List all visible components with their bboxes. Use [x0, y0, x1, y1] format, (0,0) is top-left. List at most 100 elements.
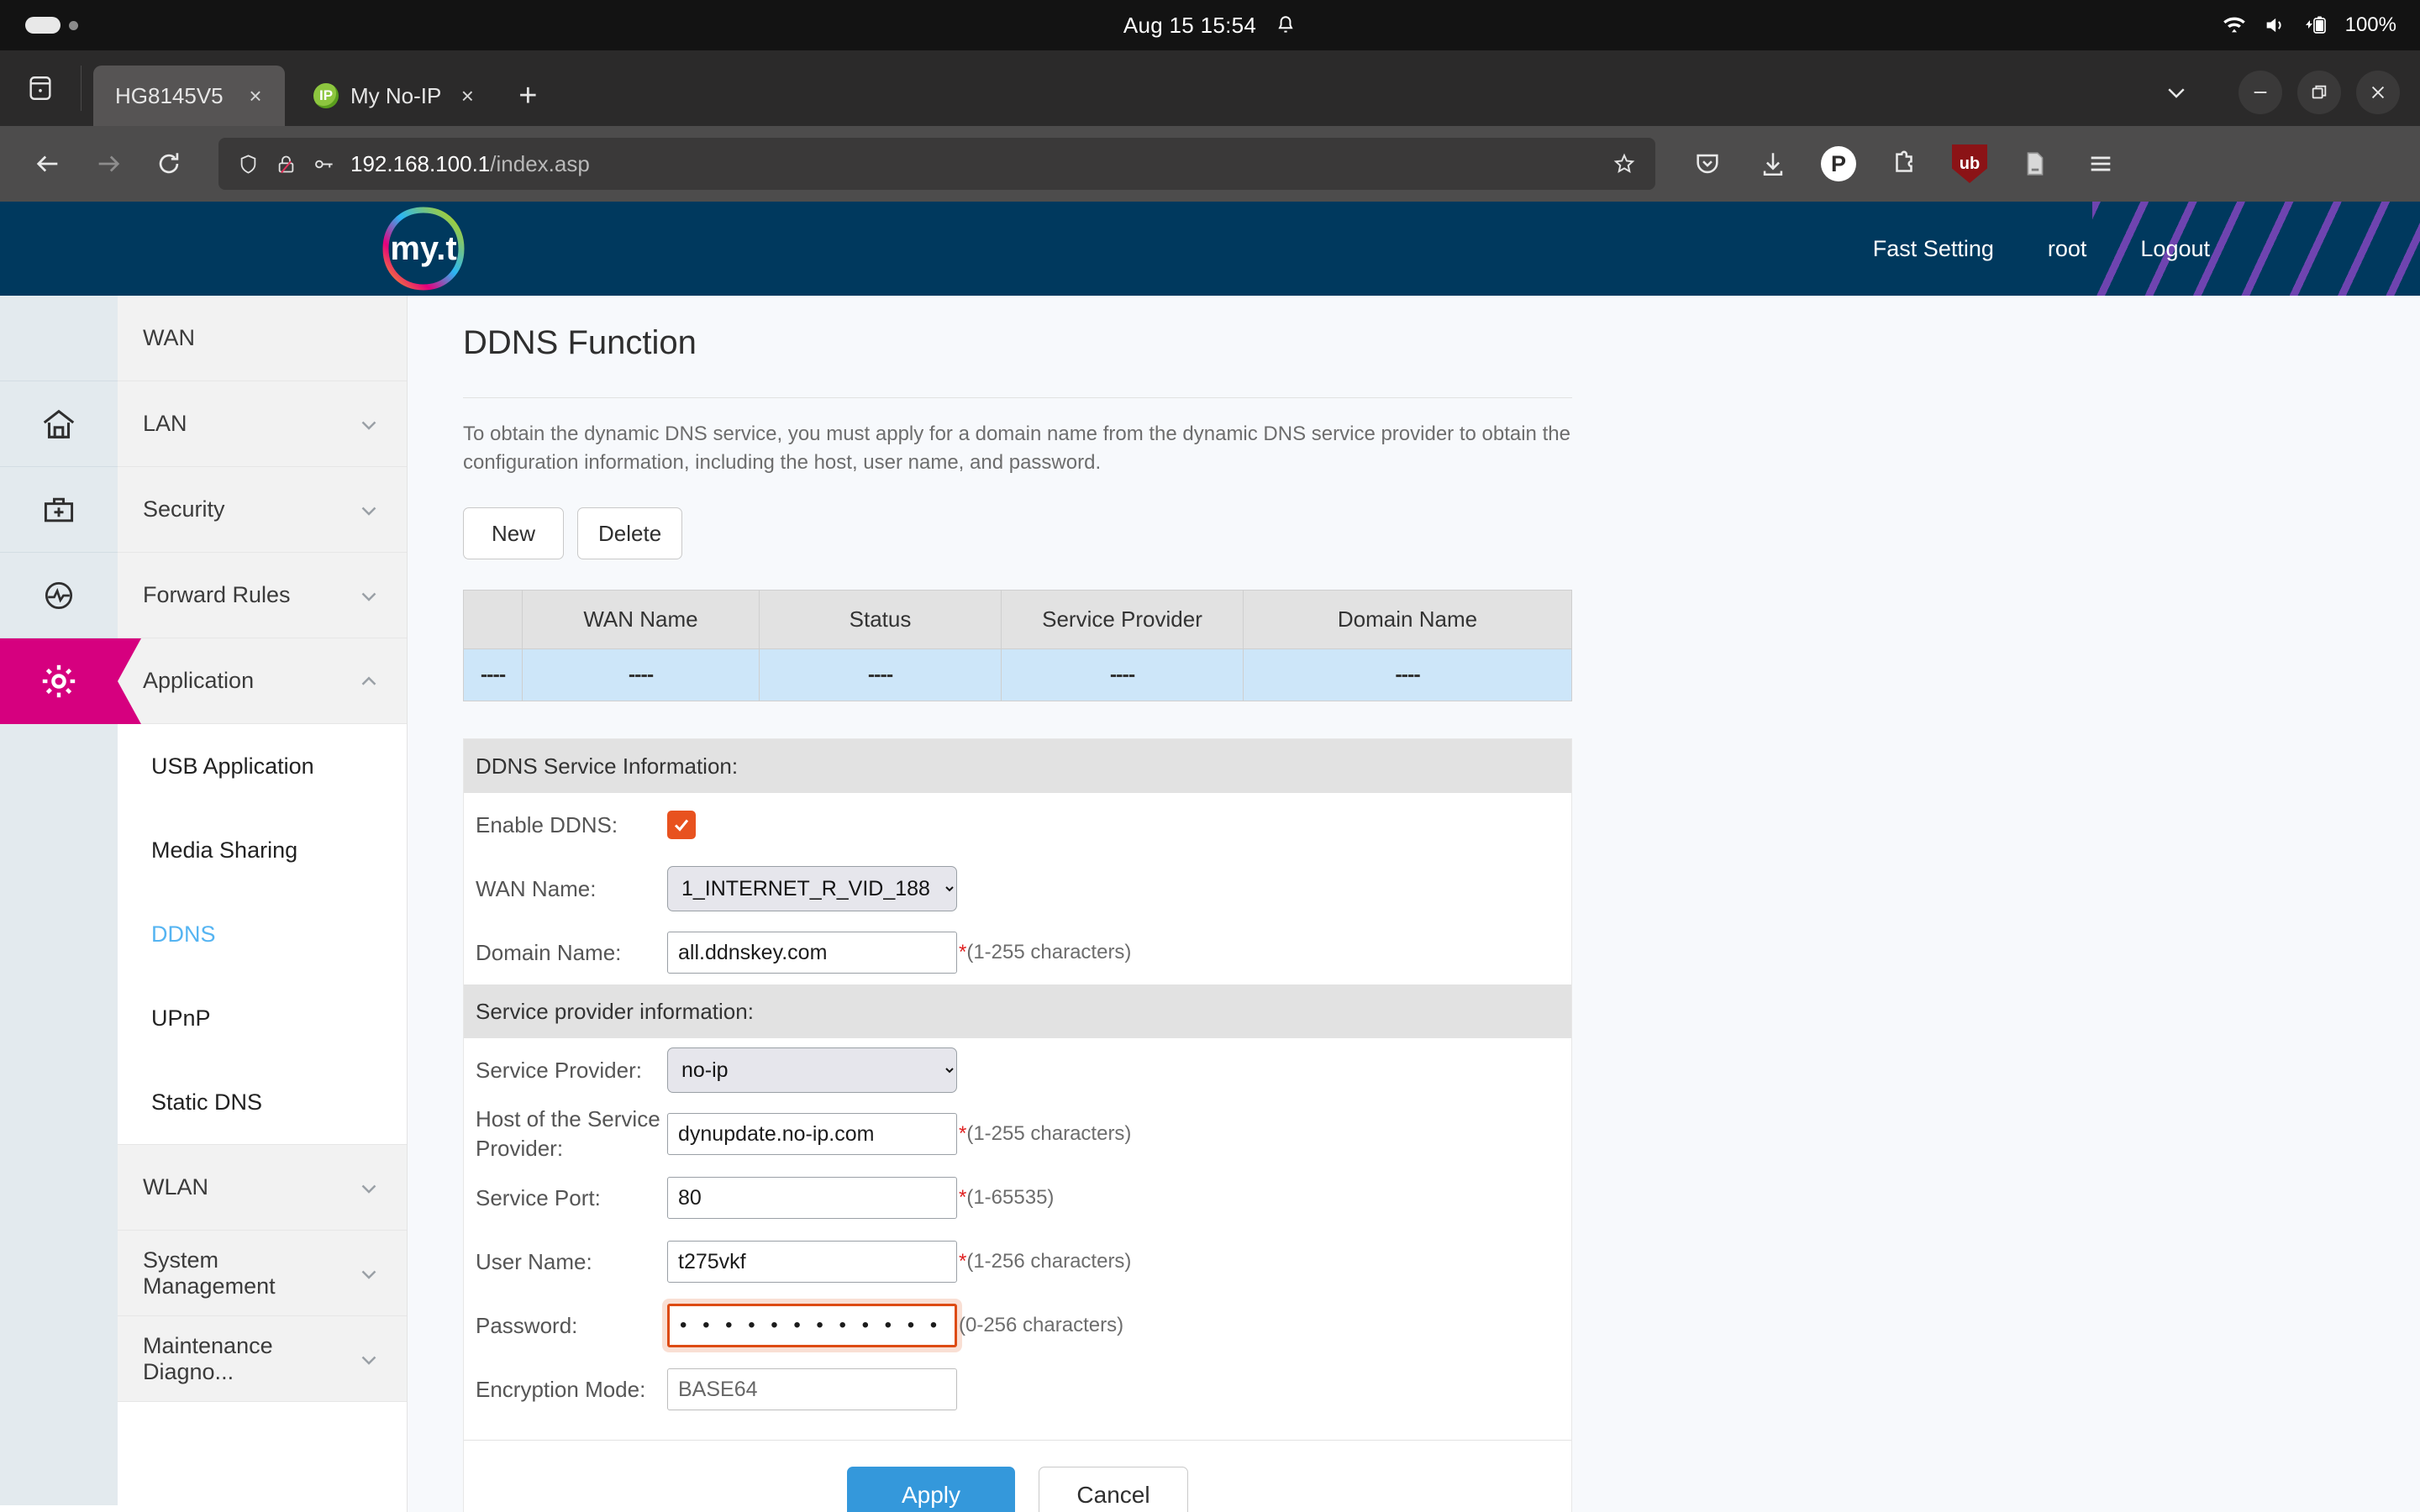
required-asterisk: *: [959, 941, 966, 963]
row-service-port: Service Port: *(1-65535): [464, 1166, 1571, 1230]
sidebar-icon-wan[interactable]: [0, 296, 118, 381]
title-divider: [463, 397, 1572, 398]
page-description: To obtain the dynamic DNS service, you m…: [463, 420, 1581, 477]
os-right-indicators: 100%: [2223, 13, 2396, 37]
lock-broken-icon[interactable]: [275, 153, 297, 176]
reload-icon[interactable]: [141, 136, 197, 192]
sidebar-item-wlan[interactable]: WLAN: [118, 1145, 407, 1231]
submenu-item-label: USB Application: [151, 753, 314, 780]
user-name-label: User Name:: [476, 1247, 667, 1277]
ddns-panel: DDNS Function To obtain the dynamic DNS …: [463, 324, 1572, 1512]
enable-ddns-checkbox[interactable]: [667, 811, 696, 839]
close-window-button[interactable]: [2356, 71, 2400, 114]
domain-name-input[interactable]: [667, 932, 957, 974]
cell-status: ----: [760, 649, 1002, 701]
sidebar-item-label: Maintenance Diagno...: [143, 1333, 356, 1385]
profile-icon[interactable]: P: [1820, 145, 1857, 182]
password-input[interactable]: [667, 1304, 957, 1347]
downloads-icon[interactable]: [1754, 145, 1791, 182]
sidebar-icon-security[interactable]: [0, 467, 118, 553]
root-user-link[interactable]: root: [2048, 236, 2087, 262]
host-of-service-provider-label: Host of the Service Provider:: [476, 1105, 667, 1163]
service-port-input[interactable]: [667, 1177, 957, 1219]
sidebar-item-label: WAN: [143, 325, 195, 351]
sidebar-icon-application[interactable]: [0, 638, 118, 724]
sidebar-menu: WAN LAN Security Forward Rules: [118, 296, 408, 1512]
sidebar-icon-rail-inner: [0, 296, 118, 1505]
minimize-button[interactable]: [2238, 71, 2282, 114]
new-button[interactable]: New: [463, 507, 564, 559]
back-icon[interactable]: [20, 136, 76, 192]
volume-icon[interactable]: [2263, 13, 2286, 37]
user-name-input[interactable]: [667, 1241, 957, 1283]
sidebar-item-lan[interactable]: LAN: [118, 381, 407, 467]
service-provider-control: no-ip: [667, 1047, 957, 1093]
domain-name-label: Domain Name:: [476, 938, 667, 968]
myt-logo[interactable]: my.t: [374, 203, 473, 294]
sidebar-item-system-management[interactable]: System Management: [118, 1231, 407, 1316]
submenu-item-upnp[interactable]: UPnP: [118, 976, 407, 1060]
shield-icon[interactable]: [237, 153, 260, 176]
pulse-circle-icon: [40, 577, 77, 614]
url-bar[interactable]: 192.168.100.1/index.asp: [218, 138, 1655, 190]
forward-icon[interactable]: [81, 136, 136, 192]
new-tab-button[interactable]: +: [503, 66, 552, 126]
url-text: 192.168.100.1/index.asp: [350, 151, 590, 177]
table-row[interactable]: ---- ---- ---- ---- ----: [464, 649, 1572, 701]
submenu-item-static-dns[interactable]: Static DNS: [118, 1060, 407, 1144]
key-icon[interactable]: [313, 153, 335, 176]
close-icon[interactable]: ×: [453, 83, 481, 109]
encryption-mode-label: Encryption Mode:: [476, 1375, 667, 1404]
delete-button[interactable]: Delete: [577, 507, 682, 559]
row-wan-name: WAN Name: 1_INTERNET_R_VID_188: [464, 857, 1571, 921]
maximize-button[interactable]: [2297, 71, 2341, 114]
pocket-icon[interactable]: [1689, 145, 1726, 182]
enable-ddns-label: Enable DDNS:: [476, 811, 667, 840]
sidebar-item-label: Forward Rules: [143, 582, 291, 608]
host-input[interactable]: [667, 1113, 957, 1155]
wan-name-select[interactable]: 1_INTERNET_R_VID_188: [667, 866, 957, 911]
sidebar-icon-forward-rules[interactable]: [0, 553, 118, 638]
service-provider-section-heading: Service provider information:: [464, 984, 1571, 1038]
apply-button[interactable]: Apply: [847, 1467, 1015, 1512]
close-icon[interactable]: ×: [241, 83, 270, 109]
sidebar-icon-lan[interactable]: [0, 381, 118, 467]
bell-icon[interactable]: [1275, 14, 1297, 36]
list-all-tabs-chevron-down-icon[interactable]: [2154, 71, 2198, 114]
sidebar-item-wan[interactable]: WAN: [118, 296, 407, 381]
sidebar-item-maintenance-diagnosis[interactable]: Maintenance Diagno...: [118, 1316, 407, 1402]
chevron-up-icon: [356, 669, 381, 694]
ddns-service-section-heading: DDNS Service Information:: [464, 739, 1571, 793]
sidebar-icon-rail: [0, 296, 118, 1512]
tab-hg8145v5[interactable]: HG8145V5 ×: [93, 66, 285, 126]
wan-name-control: 1_INTERNET_R_VID_188: [667, 866, 957, 911]
extensions-icon[interactable]: [1886, 145, 1923, 182]
bookmark-star-icon[interactable]: [1612, 151, 1637, 176]
reader-mode-icon[interactable]: [2017, 145, 2054, 182]
sidebar-item-application[interactable]: Application: [118, 638, 407, 724]
sidebar-item-label: LAN: [143, 411, 187, 437]
row-domain-name: Domain Name: *(1-255 characters): [464, 921, 1571, 984]
service-provider-select[interactable]: no-ip: [667, 1047, 957, 1093]
wifi-icon[interactable]: [2223, 13, 2246, 37]
submenu-item-media-sharing[interactable]: Media Sharing: [118, 808, 407, 892]
submenu-item-label: Media Sharing: [151, 837, 297, 864]
application-submenu: USB Application Media Sharing DDNS UPnP …: [118, 724, 407, 1145]
tab-my-no-ip[interactable]: IP My No-IP ×: [292, 66, 497, 126]
logout-link[interactable]: Logout: [2140, 236, 2210, 262]
submenu-item-usb-application[interactable]: USB Application: [118, 724, 407, 808]
domain-name-hint: *(1-255 characters): [959, 941, 1131, 964]
ublock-icon[interactable]: ub: [1951, 145, 1988, 182]
cancel-button[interactable]: Cancel: [1039, 1467, 1188, 1512]
firefox-sidebar-button[interactable]: [0, 50, 81, 126]
chevron-down-icon: [356, 1347, 381, 1372]
sidebar-item-security[interactable]: Security: [118, 467, 407, 553]
cell-select[interactable]: ----: [464, 649, 523, 701]
sidebar-item-label: Security: [143, 496, 225, 522]
ddns-form-card: DDNS Service Information: Enable DDNS: W…: [463, 738, 1572, 1512]
fast-setting-link[interactable]: Fast Setting: [1873, 236, 1994, 262]
submenu-item-ddns[interactable]: DDNS: [118, 892, 407, 976]
menu-icon[interactable]: [2082, 145, 2119, 182]
sidebar-item-forward-rules[interactable]: Forward Rules: [118, 553, 407, 638]
encryption-mode-input[interactable]: [667, 1368, 957, 1410]
